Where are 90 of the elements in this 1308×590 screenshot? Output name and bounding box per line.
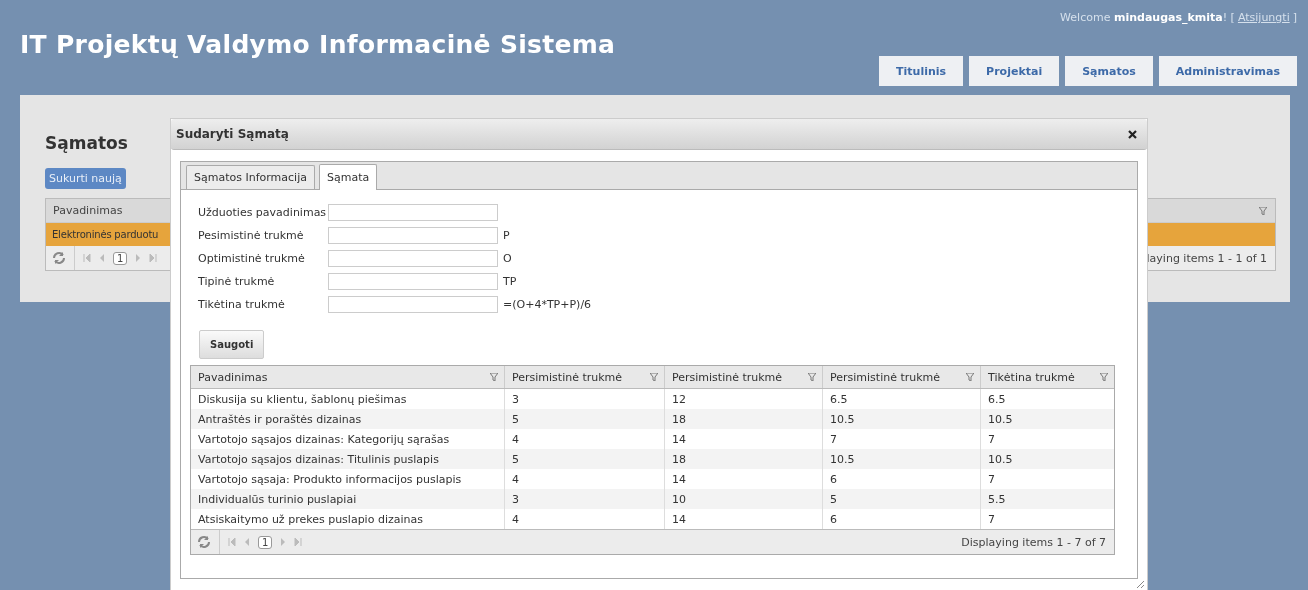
refresh-icon[interactable] (52, 251, 66, 265)
table-cell: 18 (672, 412, 686, 426)
tab[interactable]: Sąmatos Informacija (186, 165, 315, 189)
table-cell: 5 (512, 452, 519, 466)
field-label: Tipinė trukmė (198, 275, 276, 288)
table-cell: 6.5 (988, 392, 1006, 406)
filter-icon[interactable] (650, 373, 658, 381)
field-label: Pesimistinė trukmė (198, 229, 305, 242)
field-label: Optimistinė trukmė (198, 252, 306, 265)
table-cell: 14 (672, 472, 686, 486)
welcome-text: Welcome mindaugas_kmita! [ (1060, 11, 1235, 24)
field-label: Užduoties pavadinimas (198, 206, 328, 219)
table-cell: 6 (830, 472, 837, 486)
nav-tab[interactable]: Projektai (969, 56, 1060, 86)
nav-tab[interactable]: Sąmatos (1065, 56, 1153, 86)
column-header[interactable]: Persimistinė trukmė (512, 370, 623, 384)
page-number[interactable]: 1 (113, 251, 128, 265)
filter-icon[interactable] (490, 373, 498, 381)
table-cell: 12 (672, 392, 686, 406)
table-cell: 5.5 (988, 492, 1006, 506)
table-cell: 7 (988, 432, 995, 446)
table-cell: Elektroninės parduotu (52, 229, 159, 240)
refresh-icon[interactable] (197, 535, 211, 549)
column-header[interactable]: Tikėtina trukmė (988, 370, 1075, 384)
resize-grip-icon[interactable] (1136, 580, 1144, 588)
table-cell: 6 (830, 512, 837, 526)
table-cell: 14 (672, 512, 686, 526)
filter-icon[interactable] (808, 373, 816, 381)
dialog-title: Sudaryti Sąmatą (176, 127, 289, 141)
column-header[interactable]: Persimistinė trukmė (830, 370, 941, 384)
table-cell: 4 (512, 512, 519, 526)
table-cell: Vartotojo sąsajos dizainas: Titulinis puslapis (198, 452, 439, 466)
previous-page-icon[interactable] (244, 538, 250, 546)
filter-icon[interactable] (966, 373, 974, 381)
table-cell: Antraštės ir poraštės dizainas (198, 412, 362, 426)
page-number[interactable]: 1 (258, 535, 273, 549)
field-suffix: O (503, 252, 512, 265)
table-cell: Vartotojo sąsajos dizainas: Kategorijų sąrašas (198, 432, 450, 446)
page-heading: Sąmatos (45, 133, 128, 153)
table-cell: Diskusija su klientu, šablonų piešimas (198, 392, 407, 406)
previous-page-icon[interactable] (99, 254, 105, 262)
filter-icon[interactable] (1259, 206, 1267, 215)
table-cell: Vartotojo sąsaja: Produkto informacijos puslapis (198, 472, 462, 486)
pager-info: Displaying items 1 - 7 of 7 (961, 535, 1106, 549)
last-page-icon[interactable] (149, 254, 158, 262)
field-suffix: P (503, 229, 510, 242)
tab[interactable]: Sąmata (318, 164, 378, 190)
table-cell: 5 (830, 492, 837, 506)
bracket-text: ] (1292, 11, 1297, 24)
close-icon[interactable] (1128, 129, 1137, 139)
table-cell: 4 (512, 432, 519, 446)
input-field[interactable] (328, 204, 498, 221)
table-cell: 10.5 (830, 452, 855, 466)
field-suffix: TP (503, 275, 517, 288)
table-cell: 3 (512, 492, 519, 506)
pager-info: laying items 1 - 1 of 1 (1146, 251, 1267, 265)
table-cell: 10.5 (830, 412, 855, 426)
column-header[interactable]: Persimistinė trukmė (672, 370, 783, 384)
column-header[interactable]: Pavadinimas (198, 370, 268, 384)
last-page-icon[interactable] (294, 538, 303, 546)
table-cell: 10 (672, 492, 686, 506)
table-cell: 5 (512, 412, 519, 426)
nav-tab[interactable]: Administravimas (1158, 56, 1297, 86)
input-field[interactable] (328, 273, 498, 290)
table-cell: 4 (512, 472, 519, 486)
nav-tab[interactable]: Titulinis (879, 56, 964, 86)
first-page-icon[interactable] (83, 254, 91, 262)
table-cell: 6.5 (830, 392, 848, 406)
site-title: IT Projektų Valdymo Informacinė Sistema (20, 30, 616, 61)
input-field[interactable] (328, 250, 498, 267)
next-page-icon[interactable] (135, 254, 142, 262)
filter-icon[interactable] (1100, 373, 1108, 381)
column-header[interactable]: Pavadinimas (53, 204, 123, 217)
table-cell: 10.5 (988, 412, 1013, 426)
field-suffix: =(O+4*TP+P)/6 (503, 298, 592, 311)
field-label: Tikėtina trukmė (198, 298, 286, 311)
table-cell: Individualūs turinio puslapiai (198, 492, 357, 506)
table-cell: 7 (830, 432, 837, 446)
table-cell: Atsiskaitymo už prekes puslapio dizainas (198, 512, 423, 526)
save-button[interactable]: Saugoti (199, 330, 265, 359)
table-cell: 14 (672, 432, 686, 446)
table-cell: 7 (988, 472, 995, 486)
next-page-icon[interactable] (280, 538, 287, 546)
input-field[interactable] (328, 296, 498, 313)
table-cell: 7 (988, 512, 995, 526)
input-field[interactable] (328, 227, 498, 244)
table-cell: 10.5 (988, 452, 1013, 466)
table-cell: 3 (512, 392, 519, 406)
table-cell: 18 (672, 452, 686, 466)
first-page-icon[interactable] (228, 538, 236, 546)
